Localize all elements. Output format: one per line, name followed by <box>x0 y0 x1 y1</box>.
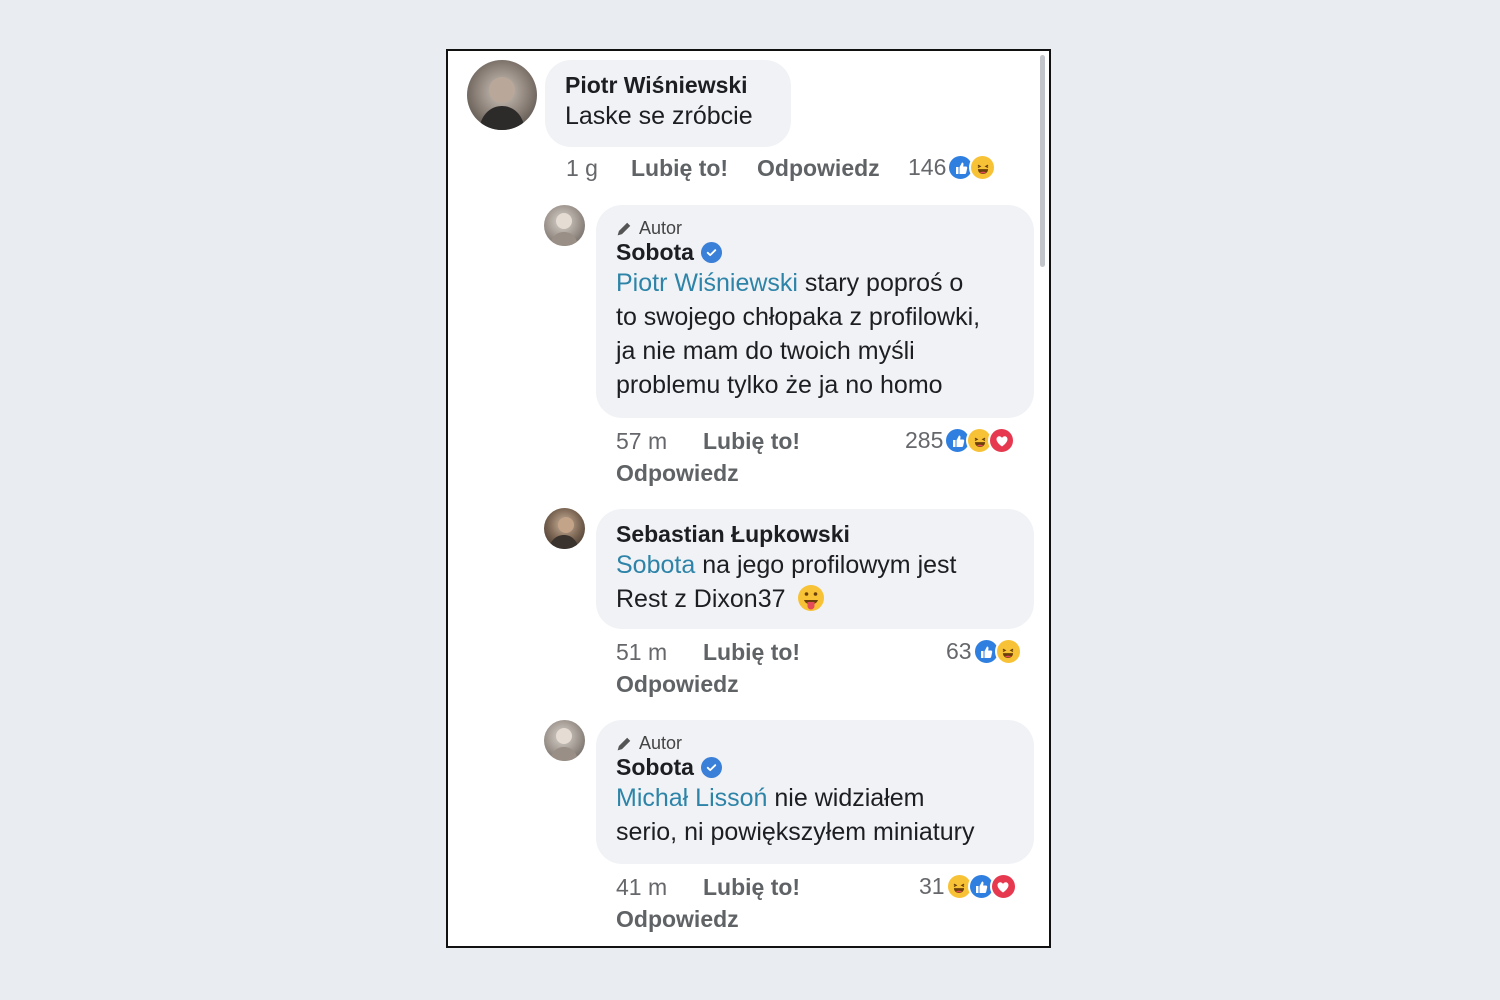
comment-bubble: Sebastian Łupkowski Sobota na jego profi… <box>596 509 1034 629</box>
author-tag: Autor <box>616 217 1014 239</box>
reaction-summary[interactable]: 63 <box>946 638 1022 665</box>
reaction-count: 63 <box>946 638 972 664</box>
like-button[interactable]: Lubię to! <box>703 428 800 455</box>
comment-text: Michał Lissoń nie widziałem serio, ni po… <box>616 784 975 846</box>
reply-button[interactable]: Odpowiedz <box>616 906 739 933</box>
comment-time[interactable]: 51 m <box>616 639 667 666</box>
mention-link[interactable]: Michał Lissoń <box>616 784 767 812</box>
comment-text: Sobota na jego profilowym jest Rest z Di… <box>616 551 957 613</box>
verified-badge-icon <box>700 242 722 263</box>
reaction-summary[interactable]: 285 <box>905 427 1016 454</box>
avatar[interactable] <box>544 508 585 549</box>
like-button[interactable]: Lubię to! <box>631 155 728 182</box>
mention-link[interactable]: Sobota <box>616 551 695 579</box>
mention-link[interactable]: Piotr Wiśniewski <box>616 269 798 297</box>
reaction-count: 285 <box>905 427 944 453</box>
haha-reaction-icon <box>969 154 997 181</box>
reaction-summary[interactable]: 146 <box>908 154 997 181</box>
love-reaction-icon <box>988 427 1016 454</box>
comment-author[interactable]: Sebastian Łupkowski <box>616 521 1014 548</box>
avatar[interactable] <box>544 720 585 761</box>
author-tag: Autor <box>616 732 1014 754</box>
reaction-summary[interactable]: 31 <box>919 873 1017 900</box>
haha-reaction-icon <box>994 638 1022 665</box>
comment-author[interactable]: Piotr Wiśniewski <box>565 72 771 99</box>
comment-author[interactable]: Sobota <box>616 239 1014 266</box>
comment-bubble: Autor Sobota Piotr Wiśniewski stary popr… <box>596 205 1034 418</box>
comment-time[interactable]: 1 g <box>566 155 598 182</box>
reaction-count: 146 <box>908 154 947 180</box>
comment-bubble: Piotr Wiśniewski Laske se zróbcie <box>545 60 791 147</box>
love-reaction-icon <box>989 873 1017 900</box>
pencil-icon <box>616 735 633 752</box>
reply-button[interactable]: Odpowiedz <box>616 460 739 487</box>
comment-bubble: Autor Sobota Michał Lissoń nie widziałem… <box>596 720 1034 864</box>
comment-author[interactable]: Sobota <box>616 754 1014 781</box>
comment-time[interactable]: 57 m <box>616 428 667 455</box>
reaction-count: 31 <box>919 873 945 899</box>
like-button[interactable]: Lubię to! <box>703 874 800 901</box>
verified-badge-icon <box>700 757 722 778</box>
avatar[interactable] <box>544 205 585 246</box>
reply-button[interactable]: Odpowiedz <box>616 671 739 698</box>
pencil-icon <box>616 220 633 237</box>
like-button[interactable]: Lubię to! <box>703 639 800 666</box>
tongue-face-emoji-icon <box>798 585 825 611</box>
comment-text: Laske se zróbcie <box>565 102 753 130</box>
avatar[interactable] <box>467 60 537 130</box>
scrollbar[interactable] <box>1040 55 1045 267</box>
comments-panel: Piotr Wiśniewski Laske se zróbcie 1 g Lu… <box>446 49 1051 948</box>
comment-text: Piotr Wiśniewski stary poproś o to swoje… <box>616 269 981 399</box>
comment-time[interactable]: 41 m <box>616 874 667 901</box>
reply-button[interactable]: Odpowiedz <box>757 155 880 182</box>
